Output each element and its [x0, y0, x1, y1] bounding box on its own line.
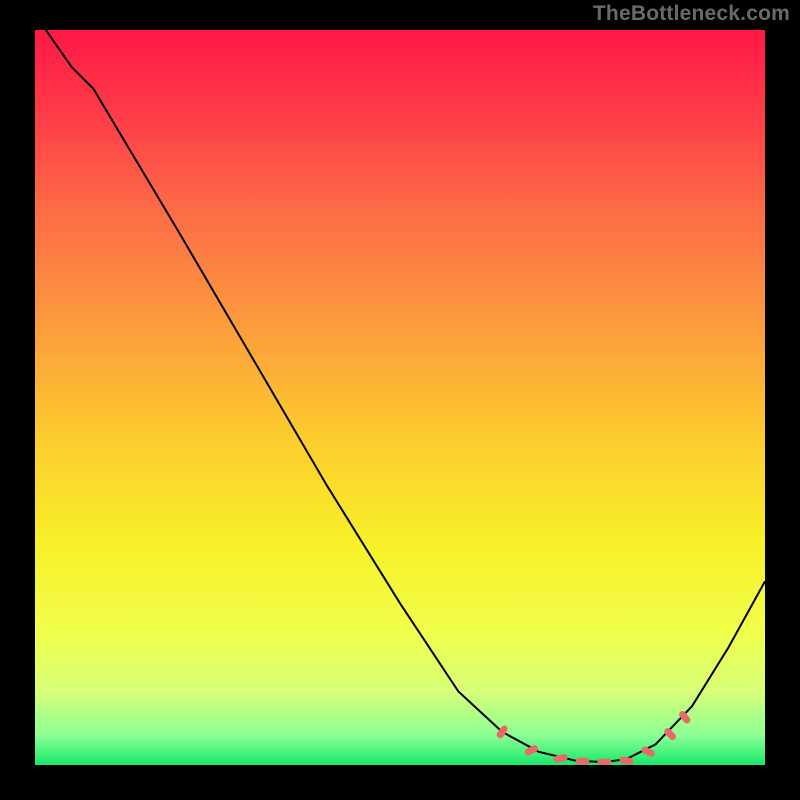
chart-curve — [46, 30, 765, 762]
curve-marker — [576, 758, 590, 765]
chart-overlay — [35, 30, 765, 765]
plot-area — [35, 30, 765, 765]
watermark-text: TheBottleneck.com — [593, 2, 790, 26]
curve-marker — [597, 759, 611, 765]
curve-marker — [678, 710, 692, 725]
